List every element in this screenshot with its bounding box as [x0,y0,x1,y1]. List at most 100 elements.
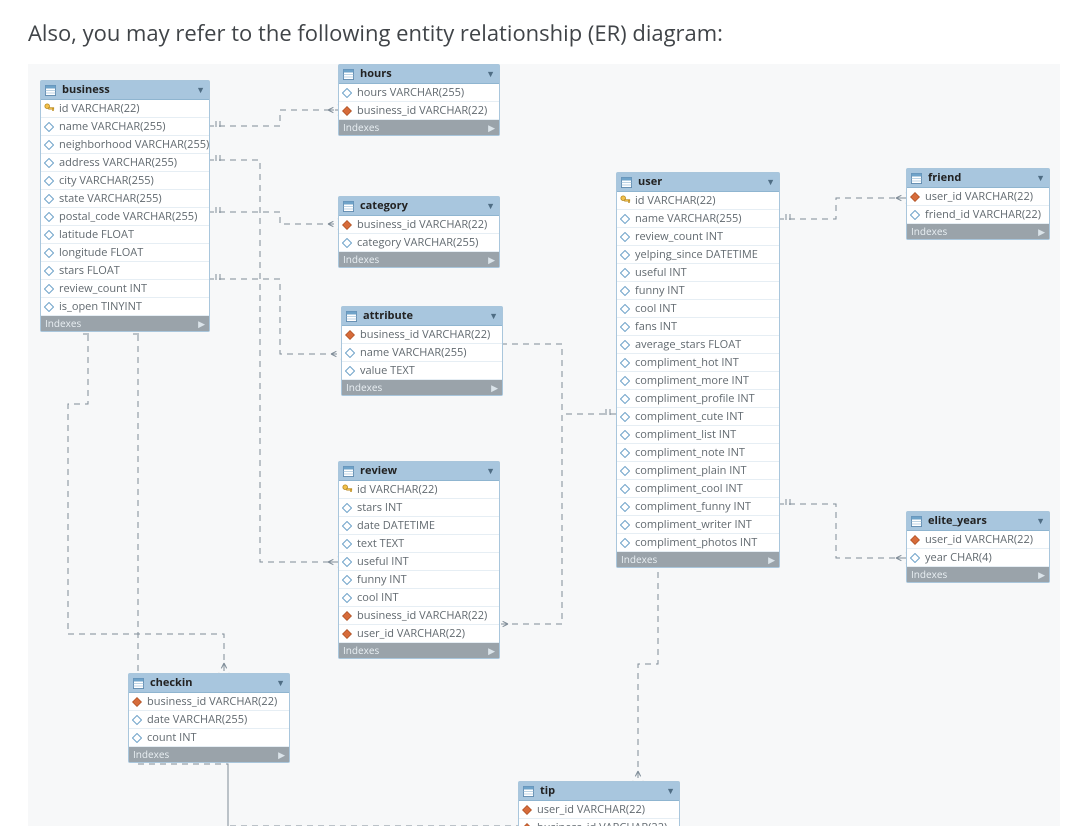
entity-business[interactable]: business▼id VARCHAR(22)name VARCHAR(255)… [40,80,210,332]
entity-header[interactable]: user▼ [617,173,779,192]
entity-column[interactable]: text TEXT [339,535,499,553]
entity-elite-years[interactable]: elite_years▼user_id VARCHAR(22)year CHAR… [906,511,1050,583]
chevron-down-icon[interactable]: ▼ [489,307,498,325]
chevron-down-icon[interactable]: ▼ [1036,512,1045,530]
entity-column[interactable]: compliment_hot INT [617,354,779,372]
entity-column[interactable]: business_id VARCHAR(22) [339,102,499,120]
chevron-down-icon[interactable]: ▼ [486,197,495,215]
entity-column[interactable]: cool INT [617,300,779,318]
entity-column[interactable]: date DATETIME [339,517,499,535]
chevron-right-icon[interactable]: ▶ [1038,567,1045,582]
entity-column[interactable]: cool INT [339,589,499,607]
chevron-down-icon[interactable]: ▼ [486,65,495,83]
entity-column[interactable]: user_id VARCHAR(22) [907,188,1049,206]
entity-header[interactable]: review▼ [339,462,499,481]
entity-header[interactable]: checkin▼ [129,674,289,693]
chevron-down-icon[interactable]: ▼ [276,674,285,692]
entity-column[interactable]: useful INT [339,553,499,571]
entity-column[interactable]: is_open TINYINT [41,298,209,316]
entity-column[interactable]: name VARCHAR(255) [41,118,209,136]
entity-column[interactable]: compliment_cool INT [617,480,779,498]
entity-column[interactable]: year CHAR(4) [907,549,1049,567]
chevron-right-icon[interactable]: ▶ [488,120,495,135]
entity-column[interactable]: compliment_cute INT [617,408,779,426]
entity-column[interactable]: date VARCHAR(255) [129,711,289,729]
indexes-footer[interactable]: Indexes▶ [342,380,502,395]
entity-column[interactable]: compliment_list INT [617,426,779,444]
entity-column[interactable]: postal_code VARCHAR(255) [41,208,209,226]
chevron-down-icon[interactable]: ▼ [766,173,775,191]
entity-column[interactable]: stars FLOAT [41,262,209,280]
entity-column[interactable]: longitude FLOAT [41,244,209,262]
entity-header[interactable]: business▼ [41,81,209,100]
entity-column[interactable]: compliment_photos INT [617,534,779,552]
entity-column[interactable]: business_id VARCHAR(22) [129,693,289,711]
entity-column[interactable]: funny INT [617,282,779,300]
entity-column[interactable]: category VARCHAR(255) [339,234,499,252]
entity-category[interactable]: category▼business_id VARCHAR(22)category… [338,196,500,268]
chevron-right-icon[interactable]: ▶ [488,252,495,267]
entity-column[interactable]: compliment_note INT [617,444,779,462]
entity-column[interactable]: name VARCHAR(255) [342,344,502,362]
entity-column[interactable]: id VARCHAR(22) [339,481,499,499]
entity-column[interactable]: name VARCHAR(255) [617,210,779,228]
entity-column[interactable]: count INT [129,729,289,747]
indexes-footer[interactable]: Indexes▶ [907,567,1049,582]
indexes-footer[interactable]: Indexes▶ [907,224,1049,239]
indexes-footer[interactable]: Indexes▶ [339,643,499,658]
entity-header[interactable]: tip▼ [519,782,679,801]
entity-column[interactable]: business_id VARCHAR(22) [519,819,679,826]
indexes-footer[interactable]: Indexes▶ [41,316,209,331]
chevron-down-icon[interactable]: ▼ [666,782,675,800]
chevron-down-icon[interactable]: ▼ [196,81,205,99]
entity-attribute[interactable]: attribute▼business_id VARCHAR(22)name VA… [341,306,503,396]
entity-friend[interactable]: friend▼user_id VARCHAR(22)friend_id VARC… [906,168,1050,240]
entity-column[interactable]: yelping_since DATETIME [617,246,779,264]
entity-column[interactable]: compliment_profile INT [617,390,779,408]
entity-column[interactable]: id VARCHAR(22) [617,192,779,210]
entity-column[interactable]: useful INT [617,264,779,282]
entity-header[interactable]: hours▼ [339,65,499,84]
entity-review[interactable]: review▼id VARCHAR(22)stars INTdate DATET… [338,461,500,659]
entity-column[interactable]: review_count INT [41,280,209,298]
entity-column[interactable]: business_id VARCHAR(22) [342,326,502,344]
entity-column[interactable]: business_id VARCHAR(22) [339,607,499,625]
chevron-down-icon[interactable]: ▼ [1036,169,1045,187]
entity-tip[interactable]: tip▼user_id VARCHAR(22)business_id VARCH… [518,781,680,826]
entity-column[interactable]: hours VARCHAR(255) [339,84,499,102]
chevron-right-icon[interactable]: ▶ [198,316,205,331]
entity-header[interactable]: elite_years▼ [907,512,1049,531]
entity-column[interactable]: user_id VARCHAR(22) [339,625,499,643]
indexes-footer[interactable]: Indexes▶ [339,252,499,267]
entity-column[interactable]: review_count INT [617,228,779,246]
chevron-right-icon[interactable]: ▶ [1038,224,1045,239]
entity-column[interactable]: address VARCHAR(255) [41,154,209,172]
entity-header[interactable]: attribute▼ [342,307,502,326]
chevron-right-icon[interactable]: ▶ [488,643,495,658]
entity-column[interactable]: compliment_more INT [617,372,779,390]
chevron-right-icon[interactable]: ▶ [768,552,775,567]
chevron-down-icon[interactable]: ▼ [486,462,495,480]
entity-column[interactable]: user_id VARCHAR(22) [907,531,1049,549]
indexes-footer[interactable]: Indexes▶ [617,552,779,567]
entity-column[interactable]: compliment_writer INT [617,516,779,534]
entity-column[interactable]: compliment_funny INT [617,498,779,516]
entity-header[interactable]: category▼ [339,197,499,216]
entity-column[interactable]: compliment_plain INT [617,462,779,480]
chevron-right-icon[interactable]: ▶ [278,747,285,762]
entity-header[interactable]: friend▼ [907,169,1049,188]
entity-column[interactable]: business_id VARCHAR(22) [339,216,499,234]
entity-checkin[interactable]: checkin▼business_id VARCHAR(22)date VARC… [128,673,290,763]
entity-column[interactable]: user_id VARCHAR(22) [519,801,679,819]
entity-column[interactable]: state VARCHAR(255) [41,190,209,208]
indexes-footer[interactable]: Indexes▶ [339,120,499,135]
entity-column[interactable]: value TEXT [342,362,502,380]
entity-column[interactable]: id VARCHAR(22) [41,100,209,118]
entity-column[interactable]: stars INT [339,499,499,517]
entity-column[interactable]: funny INT [339,571,499,589]
entity-column[interactable]: friend_id VARCHAR(22) [907,206,1049,224]
entity-column[interactable]: neighborhood VARCHAR(255) [41,136,209,154]
entity-column[interactable]: latitude FLOAT [41,226,209,244]
entity-hours[interactable]: hours▼hours VARCHAR(255)business_id VARC… [338,64,500,136]
chevron-right-icon[interactable]: ▶ [491,380,498,395]
